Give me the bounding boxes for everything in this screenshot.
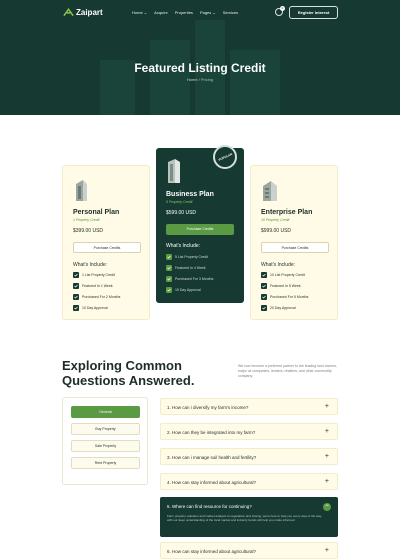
plan-name: Personal Plan	[73, 209, 120, 216]
plan-subtitle: 5 Property Credit	[166, 200, 193, 204]
menu-item-acquire[interactable]: Acquire	[154, 10, 168, 15]
plan-price: $999.00 USD	[261, 228, 292, 234]
feature-item: Featured In 5 Week	[261, 283, 301, 289]
plus-icon: +	[324, 403, 329, 410]
top-nav: Zaipart Home ⌄ Acquire Properties Pages …	[0, 0, 400, 26]
check-icon	[261, 283, 267, 289]
cart-count-badge: 0	[280, 6, 285, 11]
register-interest-button[interactable]: Register Interest	[289, 6, 338, 19]
check-icon	[73, 294, 79, 300]
building-icon	[168, 159, 180, 183]
purchase-credits-button[interactable]: Purchase Credits	[166, 224, 234, 235]
feature-item: Purchased For 3 Months	[166, 276, 213, 282]
faq-item[interactable]: 4. How can stay informed about agricultu…	[160, 473, 338, 490]
faq-category-panel: General Buy Property Sale Property Rent …	[62, 397, 148, 485]
purchase-credits-button[interactable]: Purchase Credits	[73, 242, 141, 253]
faq-description: We now become a preferred partner to the…	[238, 364, 337, 378]
check-icon	[73, 305, 79, 311]
feature-item: 1 List Property Credit	[73, 272, 115, 278]
feature-item: Featured In 1 Week	[73, 283, 113, 289]
faq-heading: Exploring Common Questions Answered.	[62, 358, 195, 388]
check-icon	[261, 305, 267, 311]
check-icon	[166, 254, 172, 260]
plus-icon: +	[324, 478, 329, 485]
building-icon	[76, 180, 87, 201]
feature-item: Featured In 4 Week	[166, 265, 206, 271]
plus-icon: +	[324, 428, 329, 435]
feature-item: 10 Day Approval	[73, 305, 108, 311]
breadcrumb-current: Pricing	[200, 77, 214, 82]
check-icon	[166, 287, 172, 293]
plan-card-personal: Personal Plan 1 Property Credit $399.00 …	[62, 165, 150, 320]
cart-icon[interactable]: 0	[275, 6, 285, 16]
building-icon	[263, 181, 277, 201]
plan-subtitle: 10 Property Credit	[261, 218, 290, 222]
menu-item-properties[interactable]: Properties	[175, 10, 193, 15]
faq-item[interactable]: 2. How can they be integrated into my fa…	[160, 423, 338, 440]
logo[interactable]: Zaipart	[63, 7, 103, 17]
check-icon	[166, 265, 172, 271]
includes-label: What's Include:	[261, 262, 296, 268]
brand-name: Zaipart	[76, 7, 103, 17]
feature-item: 20 Day Approval	[261, 305, 296, 311]
menu-item-services[interactable]: Services	[223, 10, 238, 15]
feature-item: Purchased For 5 Months	[261, 294, 308, 300]
purchase-credits-button[interactable]: Purchase Credits	[261, 242, 329, 253]
faq-question: 1. How can i diversify my farm's income?	[167, 405, 249, 410]
plan-name: Enterprise Plan	[261, 209, 313, 216]
feature-item: 5 List Property Credit	[166, 254, 208, 260]
breadcrumb-home[interactable]: Home	[187, 77, 198, 82]
logo-icon	[63, 7, 74, 17]
check-icon	[73, 272, 79, 278]
faq-tab-rent-property[interactable]: Rent Property	[71, 457, 140, 469]
faq-item[interactable]: 6. How can stay informed about agricultu…	[160, 542, 338, 559]
plan-card-business: Business Plan 5 Property Credit $599.00 …	[156, 148, 244, 303]
faq-question: 4. How can stay informed about agricultu…	[167, 480, 257, 485]
check-icon	[73, 283, 79, 289]
faq-tab-general[interactable]: General	[71, 406, 140, 418]
menu-item-home[interactable]: Home ⌄	[132, 10, 147, 15]
feature-item: 10 List Property Credit	[261, 272, 305, 278]
plan-card-enterprise: Enterprise Plan 10 Property Credit $999.…	[250, 165, 338, 320]
feature-item: 15 Day Approval	[166, 287, 201, 293]
faq-item-open[interactable]: 5. Where can find resource for continuin…	[160, 497, 338, 537]
faq-tab-buy-property[interactable]: Buy Property	[71, 423, 140, 435]
faq-answer: Farm property valuation and market analy…	[167, 514, 322, 522]
check-icon	[261, 294, 267, 300]
plan-price: $399.00 USD	[73, 228, 104, 234]
faq-question: 5. Where can find resource for continuin…	[167, 504, 252, 509]
check-icon	[166, 276, 172, 282]
faq-question: 6. How can stay informed about agricultu…	[167, 549, 257, 554]
main-menu: Home ⌄ Acquire Properties Pages ⌄ Servic…	[132, 10, 238, 15]
minus-icon: −	[323, 503, 331, 511]
faq-item[interactable]: 1. How can i diversify my farm's income?…	[160, 398, 338, 415]
plan-price: $599.00 USD	[166, 210, 197, 216]
includes-label: What's Include:	[73, 262, 108, 268]
popular-badge: POPULAR	[213, 145, 237, 169]
feature-item: Purchased For 2 Months	[73, 294, 120, 300]
hero-banner: Zaipart Home ⌄ Acquire Properties Pages …	[0, 0, 400, 115]
menu-item-pages[interactable]: Pages ⌄	[200, 10, 216, 15]
faq-question: 2. How can they be integrated into my fa…	[167, 430, 256, 435]
faq-question: 3. How can i manage soil health and fert…	[167, 455, 257, 460]
page-title: Featured Listing Credit	[134, 61, 266, 75]
includes-label: What's Include:	[166, 243, 201, 249]
plus-icon: +	[324, 547, 329, 554]
plan-subtitle: 1 Property Credit	[73, 218, 100, 222]
plan-name: Business Plan	[166, 191, 214, 198]
check-icon	[261, 272, 267, 278]
plus-icon: +	[324, 453, 329, 460]
faq-item[interactable]: 3. How can i manage soil health and fert…	[160, 448, 338, 465]
faq-tab-sale-property[interactable]: Sale Property	[71, 440, 140, 452]
breadcrumb: Home / Pricing	[186, 77, 214, 82]
